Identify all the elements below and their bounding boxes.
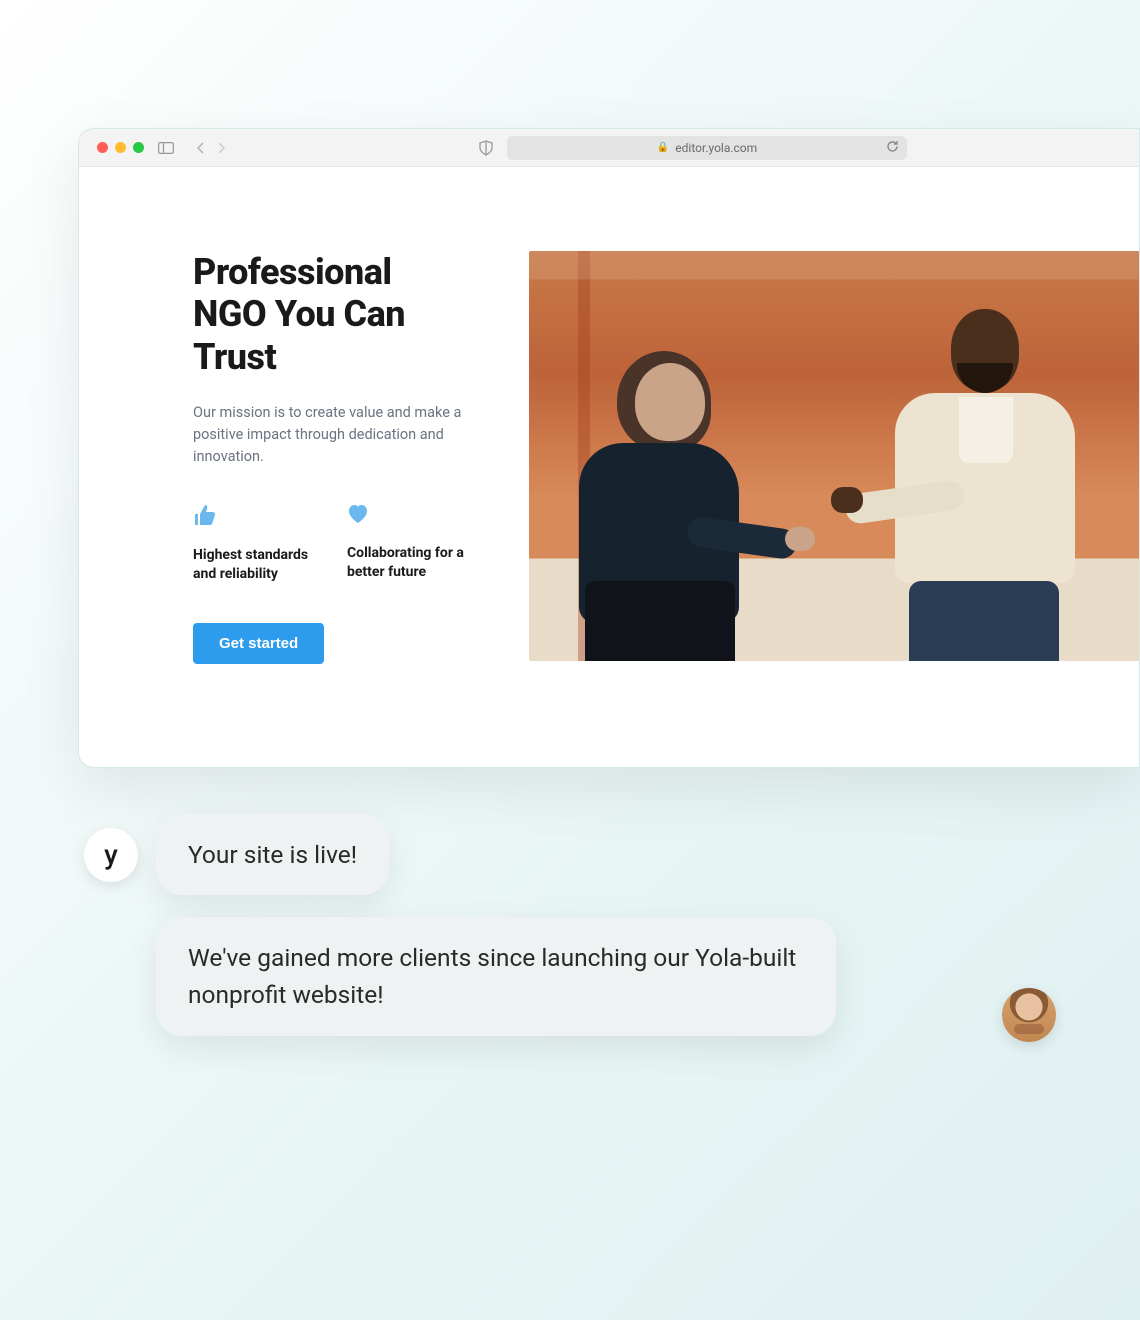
get-started-button[interactable]: Get started: [193, 623, 324, 664]
thumbs-up-icon: [193, 504, 313, 530]
heart-icon: [347, 504, 467, 528]
browser-toolbar: 🔒 editor.yola.com: [79, 129, 1139, 167]
assistant-avatar: y: [84, 828, 138, 882]
url-text: editor.yola.com: [675, 141, 757, 155]
assistant-message-bubble: Your site is live!: [156, 814, 389, 895]
features-row: Highest standards and reliability Collab…: [193, 504, 473, 584]
chat-area: y Your site is live! We've gained more c…: [84, 814, 1056, 1058]
page-subtitle: Our mission is to create value and make …: [193, 402, 473, 467]
page-title: Professional NGO You Can Trust: [193, 251, 473, 378]
close-icon[interactable]: [97, 142, 108, 153]
person-right-illustration: [893, 301, 1083, 661]
hero-image: [529, 251, 1139, 661]
browser-window: 🔒 editor.yola.com Professional NGO You C…: [78, 128, 1140, 768]
refresh-icon[interactable]: [886, 140, 899, 156]
user-avatar: [1002, 988, 1056, 1042]
back-button[interactable]: [196, 141, 205, 155]
avatar-letter: y: [104, 838, 118, 871]
address-bar[interactable]: 🔒 editor.yola.com: [507, 136, 907, 160]
maximize-icon[interactable]: [133, 142, 144, 153]
person-left-illustration: [569, 341, 749, 661]
site-preview: Professional NGO You Can Trust Our missi…: [79, 167, 1139, 767]
feature-label: Highest standards and reliability: [193, 546, 313, 584]
sidebar-toggle-icon[interactable]: [158, 142, 174, 154]
user-message-text: We've gained more clients since launchin…: [188, 943, 796, 1009]
assistant-message-text: Your site is live!: [188, 840, 357, 869]
forward-button[interactable]: [217, 141, 226, 155]
feature-standards: Highest standards and reliability: [193, 504, 313, 584]
minimize-icon[interactable]: [115, 142, 126, 153]
feature-label: Collaborating for a better future: [347, 544, 467, 582]
feature-collaboration: Collaborating for a better future: [347, 504, 467, 584]
traffic-lights: [97, 142, 144, 153]
user-message-bubble: We've gained more clients since launchin…: [156, 917, 836, 1035]
lock-icon: 🔒: [657, 142, 669, 153]
privacy-shield-icon[interactable]: [479, 140, 493, 156]
